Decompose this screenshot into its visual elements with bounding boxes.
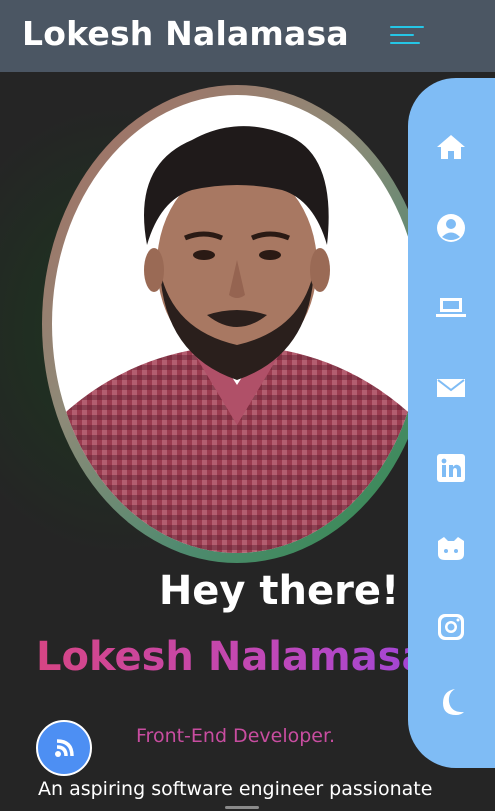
instagram-icon[interactable] <box>434 610 468 644</box>
broadcast-button[interactable] <box>36 720 92 776</box>
moon-icon[interactable] <box>434 685 468 719</box>
linkedin-icon[interactable] <box>434 451 468 485</box>
scroll-indicator <box>225 806 259 809</box>
profile-photo <box>52 95 422 553</box>
github-icon[interactable] <box>434 531 468 565</box>
about-text: An aspiring software engineer passionate <box>38 778 433 800</box>
home-icon[interactable] <box>434 130 468 164</box>
hamburger-menu-icon[interactable] <box>390 24 424 46</box>
top-header: Lokesh Nalamasa <box>0 0 495 72</box>
laptop-icon[interactable] <box>434 290 468 324</box>
user-icon[interactable] <box>434 211 468 245</box>
mail-icon[interactable] <box>434 371 468 405</box>
side-navigation <box>408 78 495 768</box>
hero-name: Lokesh Nalamasa <box>36 634 429 680</box>
hero-role: Front-End Developer. <box>136 725 336 747</box>
wifi-broadcast-icon <box>55 739 74 757</box>
brand-title[interactable]: Lokesh Nalamasa <box>22 14 349 53</box>
